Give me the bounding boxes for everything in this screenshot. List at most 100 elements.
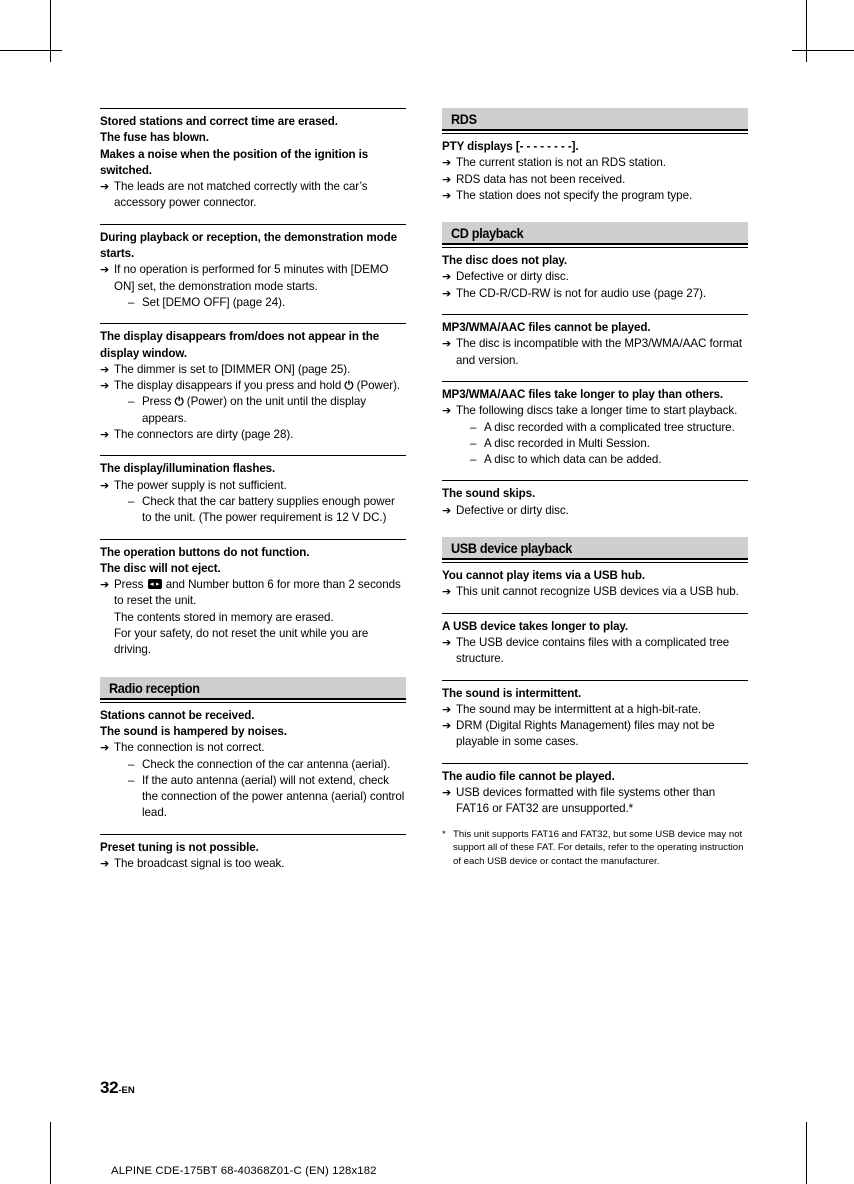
remedy-list: – Check the connection of the car antenna… <box>128 757 406 822</box>
crop-mark-top-right-vertical <box>806 0 807 62</box>
remedy-text: Set [DEMO OFF] (page 24). <box>142 295 286 309</box>
remedy-item: – Set [DEMO OFF] (page 24). <box>128 295 406 311</box>
symptom-heading: The sound is hampered by noises. <box>100 724 287 738</box>
dash-bullet-icon: – <box>128 773 135 787</box>
cause-item: ➔ The following discs take a longer time … <box>442 403 748 468</box>
trouble-block: MP3/WMA/AAC files take longer to play th… <box>442 380 748 468</box>
remedy-item: – Check the connection of the car antenna… <box>128 757 406 773</box>
dash-bullet-icon: – <box>470 436 477 450</box>
symptom-heading: The display disappears from/does not app… <box>100 330 380 360</box>
trouble-block: The display disappears from/does not app… <box>100 323 406 443</box>
remedy-text: A disc recorded in Multi Session. <box>484 436 650 450</box>
dash-bullet-icon: – <box>128 757 135 771</box>
arrow-icon: ➔ <box>100 181 110 194</box>
left-column: Stored stations and correct time are era… <box>100 108 406 872</box>
cause-list: ➔ If no operation is performed for 5 minu… <box>100 262 406 311</box>
section-banner: RDS <box>442 108 748 131</box>
symptom-heading: The disc will not eject. <box>100 561 221 575</box>
symptom-heading: The disc does not play. <box>442 254 568 268</box>
cause-list: ➔ The connection is not correct. – Check th… <box>100 740 406 821</box>
cause-text: The power supply is not sufficient. <box>114 478 287 492</box>
cause-text: If no operation is performed for 5 minut… <box>114 263 389 293</box>
cause-list: ➔ The following discs take a longer time … <box>442 403 748 468</box>
remedy-item: – A disc recorded in Multi Session. <box>470 436 748 452</box>
cause-list: ➔ Press and Number button 6 for more than… <box>100 577 406 658</box>
power-icon: ⏻ <box>174 396 184 409</box>
cause-item: ➔ The connectors are dirty (page 28). <box>100 427 406 443</box>
crop-mark-top-left-horizontal <box>0 50 62 51</box>
cause-item: ➔ RDS data has not been received. <box>442 172 748 188</box>
cause-item: ➔ The broadcast signal is too weak. <box>100 856 406 872</box>
footnote-marker: * <box>442 828 446 840</box>
trouble-block: A USB device takes longer to play. ➔ The U… <box>442 612 748 668</box>
symptom-heading: The sound skips. <box>442 487 536 501</box>
trouble-block: You cannot play items via a USB hub. ➔ Thi… <box>442 562 748 601</box>
cause-item: ➔ The USB device contains files with a co… <box>442 635 748 668</box>
cause-text: RDS data has not been received. <box>456 172 626 186</box>
cause-text: This unit cannot recognize USB devices v… <box>456 585 739 599</box>
arrow-icon: ➔ <box>100 363 110 376</box>
trouble-block: The sound skips. ➔ Defective or dirty disc… <box>442 480 748 519</box>
crop-mark-top-right-horizontal <box>792 50 854 51</box>
cause-item: ➔ Defective or dirty disc. <box>442 269 748 285</box>
trouble-block: The display/illumination flashes. ➔ The po… <box>100 455 406 526</box>
right-column: RDS PTY displays [- - - - - - - -]. ➔ The c… <box>442 108 748 872</box>
symptom-heading: The fuse has blown. <box>100 131 209 145</box>
arrow-icon: ➔ <box>100 742 110 755</box>
remedy-text: Check that the car battery supplies enou… <box>142 494 395 525</box>
section-title: CD playback <box>451 226 524 242</box>
arrow-icon: ➔ <box>100 579 110 592</box>
cause-text: The connection is not correct. <box>114 741 265 755</box>
cause-list: ➔ The sound may be intermittent at a high… <box>442 702 748 751</box>
page-number-suffix: -EN <box>118 1085 135 1096</box>
symptom-heading: The sound is intermittent. <box>442 686 582 700</box>
remedy-list: – Set [DEMO OFF] (page 24). <box>128 295 406 311</box>
cause-list: ➔ The current station is not an RDS stati… <box>442 155 748 204</box>
trouble-block: The operation buttons do not function. Th… <box>100 538 406 659</box>
cause-text: Defective or dirty disc. <box>456 270 569 284</box>
remedy-item: – A disc recorded with a complicated tree… <box>470 420 748 436</box>
footnote-text: This unit supports FAT16 and FAT32, but … <box>453 828 744 867</box>
remedy-item: – Press ⏻ (Power) on the unit until the d… <box>128 394 406 427</box>
cause-text: The station does not specify the program… <box>456 188 693 202</box>
cause-list: ➔ The dimmer is set to [DIMMER ON] (page … <box>100 362 406 443</box>
cause-item: ➔ The leads are not matched correctly wit… <box>100 179 406 212</box>
cause-list: ➔ The USB device contains files with a co… <box>442 635 748 668</box>
arrow-icon: ➔ <box>442 405 452 418</box>
cause-item: ➔ The station does not specify the progra… <box>442 188 748 204</box>
arrow-icon: ➔ <box>442 787 452 800</box>
trouble-block: The sound is intermittent. ➔ The sound may… <box>442 679 748 751</box>
section-banner: CD playback <box>442 222 748 246</box>
page-number-value: 32 <box>100 1078 119 1097</box>
cause-text: DRM (Digital Rights Management) files ma… <box>456 719 715 749</box>
symptom-heading: The display/illumination flashes. <box>100 462 276 476</box>
two-column-body: Stored stations and correct time are era… <box>100 108 748 872</box>
cause-item: ➔ This unit cannot recognize USB devices … <box>442 584 748 600</box>
arrow-icon: ➔ <box>100 479 110 492</box>
remedy-list: – Press ⏻ (Power) on the unit until the d… <box>128 394 406 427</box>
section-banner: Radio reception <box>100 676 406 700</box>
arrow-icon: ➔ <box>442 720 452 733</box>
symptom-heading: The operation buttons do not function. <box>100 545 310 559</box>
arrow-icon: ➔ <box>442 504 452 517</box>
remedy-item: – A disc to which data can be added. <box>470 452 748 468</box>
arrow-icon: ➔ <box>100 857 110 870</box>
cause-text: The following discs take a longer time t… <box>456 404 738 418</box>
crop-mark-top-left-vertical <box>50 0 51 62</box>
arrow-icon: ➔ <box>442 173 452 186</box>
arrow-icon: ➔ <box>100 429 110 442</box>
dash-bullet-icon: – <box>470 420 477 434</box>
cause-extra-line: For your safety, do not reset the unit w… <box>114 627 369 657</box>
dash-bullet-icon: – <box>128 395 135 409</box>
cause-list: ➔ Defective or dirty disc. ➔ The CD-R/CD-RW… <box>442 269 748 302</box>
source-button-icon <box>147 579 162 590</box>
section-banner: USB device playback <box>442 537 748 561</box>
trouble-block: The disc does not play. ➔ Defective or dir… <box>442 247 748 302</box>
cause-item: ➔ DRM (Digital Rights Management) files m… <box>442 718 748 751</box>
cause-text: USB devices formatted with file systems … <box>456 786 716 816</box>
symptom-heading: The audio file cannot be played. <box>442 769 615 783</box>
page-number: 32-EN <box>100 1078 135 1100</box>
cause-list: ➔ The leads are not matched correctly wit… <box>100 179 406 212</box>
cause-text: The leads are not matched correctly with… <box>114 180 368 210</box>
crop-mark-bottom-right-vertical <box>806 1122 807 1184</box>
